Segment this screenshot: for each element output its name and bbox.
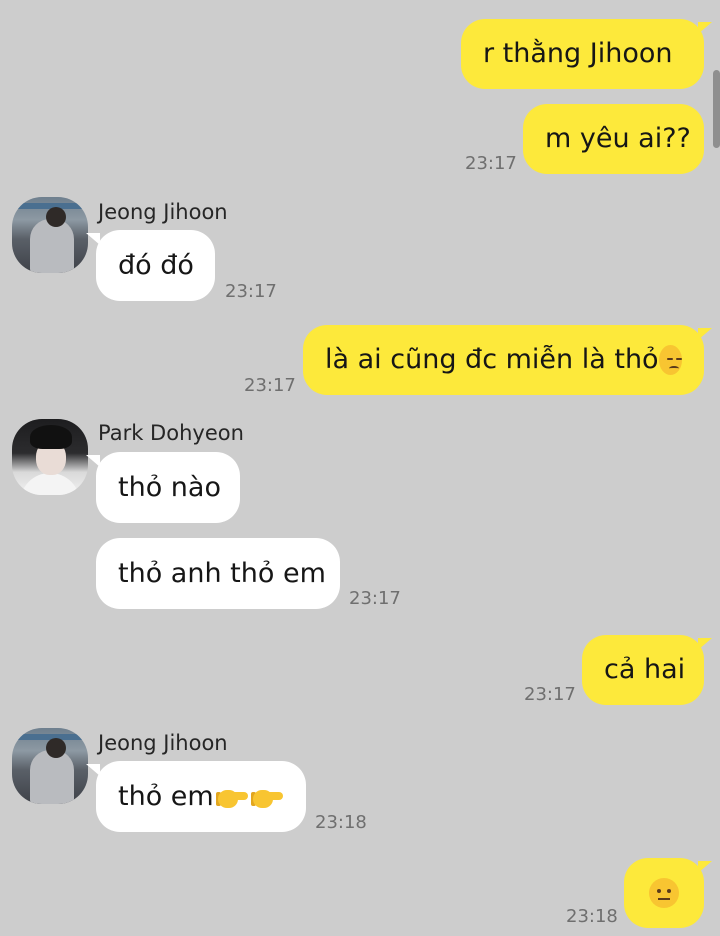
- message-timestamp: 23:17: [225, 281, 277, 302]
- avatar-detail: [30, 425, 72, 449]
- sender-name: Jeong Jihoon: [98, 731, 228, 755]
- bubble-tail: [698, 861, 712, 873]
- message-timestamp: 23:18: [566, 906, 618, 927]
- avatar-detail: [20, 473, 80, 495]
- sender-name: Park Dohyeon: [98, 421, 244, 445]
- incoming-message-bubble[interactable]: đó đó: [96, 230, 215, 301]
- avatar-detail: [46, 207, 66, 227]
- avatar[interactable]: [12, 419, 88, 495]
- incoming-message-bubble[interactable]: thỏ nào: [96, 452, 240, 523]
- message-timestamp: 23:17: [465, 153, 517, 174]
- message-timestamp: 23:17: [524, 684, 576, 705]
- outgoing-message-bubble[interactable]: r thằng Jihoon: [461, 19, 704, 89]
- bubble-tail: [698, 22, 712, 34]
- outgoing-message-bubble[interactable]: m yêu ai??: [523, 104, 704, 174]
- message-text: r thằng Jihoon: [483, 38, 673, 69]
- point-right-icon: [250, 784, 284, 810]
- avatar-detail: [30, 750, 74, 804]
- message-text: cả hai: [604, 654, 686, 685]
- message-text: thỏ em: [118, 780, 214, 812]
- message-text: đó đó: [118, 249, 194, 281]
- outgoing-message-bubble[interactable]: cả hai: [582, 635, 704, 705]
- message-text: thỏ nào: [118, 471, 221, 503]
- avatar[interactable]: [12, 728, 88, 804]
- incoming-message-bubble[interactable]: thỏ em: [96, 761, 306, 832]
- message-text: là ai cũng đc miễn là thỏ: [325, 344, 659, 375]
- outgoing-message-bubble[interactable]: là ai cũng đc miễn là thỏ: [303, 325, 704, 395]
- scrollbar[interactable]: [713, 70, 720, 148]
- message-text: m yêu ai??: [545, 123, 691, 154]
- message-timestamp: 23:17: [244, 375, 296, 396]
- neutral-face-icon: [649, 878, 679, 908]
- point-right-icon: [215, 784, 249, 810]
- avatar-detail: [30, 219, 74, 273]
- bubble-tail: [698, 638, 712, 650]
- message-timestamp: 23:17: [349, 588, 401, 609]
- bubble-tail: [698, 328, 712, 340]
- outgoing-message-bubble[interactable]: [624, 858, 704, 928]
- avatar-detail: [46, 738, 66, 758]
- pensive-face-icon: [658, 345, 682, 375]
- sender-name: Jeong Jihoon: [98, 200, 228, 224]
- incoming-message-bubble[interactable]: thỏ anh thỏ em: [96, 538, 340, 609]
- message-timestamp: 23:18: [315, 812, 367, 833]
- avatar[interactable]: [12, 197, 88, 273]
- message-text: thỏ anh thỏ em: [118, 557, 326, 589]
